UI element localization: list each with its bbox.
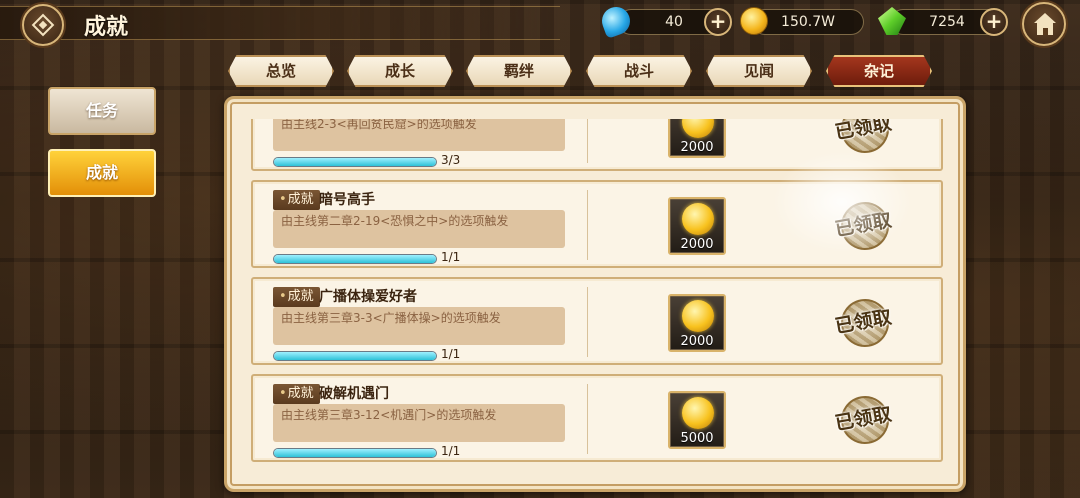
resource-gold-value: 150.7W xyxy=(781,14,835,30)
card-divider xyxy=(587,190,588,260)
back-button[interactable] xyxy=(22,4,64,46)
achievement-card: 成就 暗号高手 由主线第二章2-19<恐惧之中>的选项触发 1/1 2000 已… xyxy=(251,180,943,268)
reward-amount: 2000 xyxy=(680,237,714,252)
achievement-card: 由主线2-3<再回贫民窟>的选项触发 3/3 2000 已领取 xyxy=(251,119,943,171)
tab-bond[interactable]: 羁绊 xyxy=(466,55,572,87)
top-bar: 成就 40 + 150.7W 7254 + xyxy=(0,0,1080,46)
sidebar-item-achievements[interactable]: 成就 xyxy=(48,149,156,197)
sidebar-item-tasks[interactable]: 任务 xyxy=(48,87,156,135)
progress-fill xyxy=(274,449,436,457)
reward-slot[interactable]: 2000 xyxy=(668,197,726,255)
achievement-panel: 由主线2-3<再回贫民窟>的选项触发 3/3 2000 已领取 成就 暗号高手 … xyxy=(224,96,966,492)
progress-fill xyxy=(274,352,436,360)
achievement-progress-text: 1/1 xyxy=(441,444,461,458)
achievement-description: 由主线第三章3-3<广播体操>的选项触发 xyxy=(273,307,565,345)
achievement-badge: 成就 xyxy=(273,384,320,404)
gold-coin-icon xyxy=(682,203,714,235)
tab-growth[interactable]: 成长 xyxy=(347,55,453,87)
claimed-stamp: 已领取 xyxy=(823,289,903,353)
card-divider xyxy=(587,287,588,357)
gold-coin-icon xyxy=(740,7,768,35)
tab-battle[interactable]: 战斗 xyxy=(586,55,692,87)
claimed-stamp: 已领取 xyxy=(823,386,903,450)
achievement-card: 成就 广播体操爱好者 由主线第三章3-3<广播体操>的选项触发 1/1 2000… xyxy=(251,277,943,365)
achievement-progress-text: 3/3 xyxy=(441,153,461,167)
achievement-progress-bar xyxy=(273,351,437,361)
achievement-description: 由主线2-3<再回贫民窟>的选项触发 xyxy=(273,119,565,151)
gold-coin-icon xyxy=(682,300,714,332)
home-roof-icon xyxy=(1034,13,1056,23)
add-gem-button[interactable]: + xyxy=(980,8,1008,36)
home-door-icon xyxy=(1043,28,1048,35)
gold-coin-icon xyxy=(682,119,714,138)
tab-knowledge[interactable]: 见闻 xyxy=(706,55,812,87)
achievement-progress-bar xyxy=(273,157,437,167)
achievement-title: 广播体操爱好者 xyxy=(319,289,417,305)
achievement-progress-bar xyxy=(273,254,437,264)
reward-amount: 2000 xyxy=(680,334,714,349)
achievement-badge: 成就 xyxy=(273,287,320,307)
achievement-description: 由主线第二章2-19<恐惧之中>的选项触发 xyxy=(273,210,565,248)
achievement-card: 成就 破解机遇门 由主线第三章3-12<机遇门>的选项触发 1/1 5000 已… xyxy=(251,374,943,462)
claimed-stamp: 已领取 xyxy=(823,119,903,159)
achievement-badge: 成就 xyxy=(273,190,320,210)
resource-gold-counter: 150.7W xyxy=(752,9,864,35)
card-divider xyxy=(587,119,588,163)
add-fish-button[interactable]: + xyxy=(704,8,732,36)
card-divider xyxy=(587,384,588,454)
achievement-list[interactable]: 由主线2-3<再回贫民窟>的选项触发 3/3 2000 已领取 成就 暗号高手 … xyxy=(251,119,943,471)
back-diamond-icon xyxy=(31,13,55,37)
achievement-progress-bar xyxy=(273,448,437,458)
gold-coin-icon xyxy=(682,397,714,429)
progress-fill xyxy=(274,158,436,166)
reward-amount: 2000 xyxy=(680,140,714,155)
achievement-description: 由主线第三章3-12<机遇门>的选项触发 xyxy=(273,404,565,442)
home-button[interactable] xyxy=(1022,2,1066,46)
tab-overview[interactable]: 总览 xyxy=(228,55,334,87)
reward-slot[interactable]: 2000 xyxy=(668,294,726,352)
achievement-title: 暗号高手 xyxy=(319,192,375,208)
achievement-title: 破解机遇门 xyxy=(319,386,389,402)
tab-misc[interactable]: 杂记 xyxy=(826,55,932,87)
progress-fill xyxy=(274,255,436,263)
reward-amount: 5000 xyxy=(680,431,714,446)
reward-slot[interactable]: 5000 xyxy=(668,391,726,449)
claimed-stamp: 已领取 xyxy=(823,192,903,256)
achievement-progress-text: 1/1 xyxy=(441,250,461,264)
achievement-progress-text: 1/1 xyxy=(441,347,461,361)
page-title: 成就 xyxy=(84,14,129,40)
reward-slot[interactable]: 2000 xyxy=(668,119,726,158)
